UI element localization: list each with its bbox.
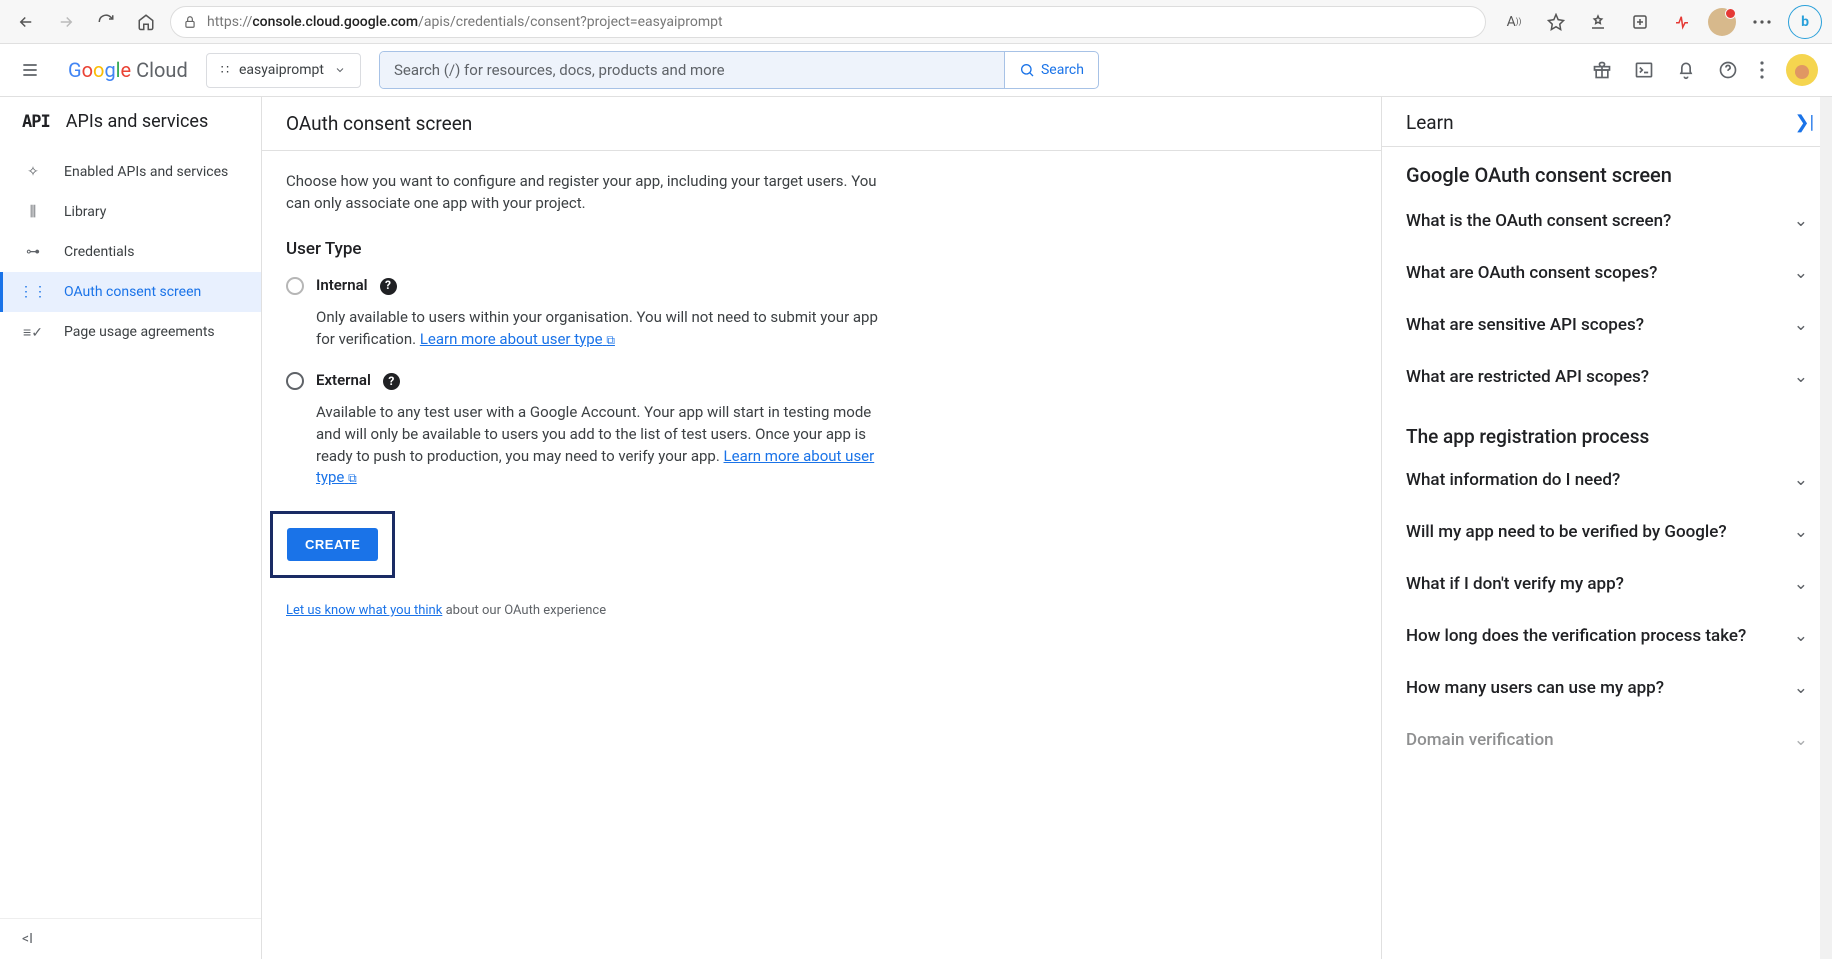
grid-icon: ✧: [24, 164, 42, 180]
radio-external[interactable]: [286, 372, 304, 390]
kebab-icon[interactable]: [1760, 61, 1764, 79]
refresh-icon[interactable]: [90, 6, 122, 38]
learn-item[interactable]: Domain verification⌄: [1406, 714, 1808, 766]
external-link-icon: ⧉: [606, 333, 615, 347]
chevron-down-icon: ⌄: [1794, 470, 1808, 490]
sidenav-item-oauth-consent[interactable]: ⋮⋮OAuth consent screen: [0, 272, 261, 312]
scrollbar[interactable]: [1820, 97, 1832, 959]
nav-menu-icon[interactable]: [10, 60, 50, 80]
consent-icon: ⋮⋮: [24, 284, 42, 300]
project-icon: ∷: [221, 63, 229, 78]
sidenav-item-library[interactable]: ⫼Library: [0, 192, 261, 232]
learn-item[interactable]: What information do I need?⌄: [1406, 454, 1808, 506]
favorite-icon[interactable]: [1540, 6, 1572, 38]
sidenav-title: APIs and services: [66, 111, 209, 132]
sidenav-collapse[interactable]: <I: [0, 918, 261, 959]
sidenav-item-credentials[interactable]: ⊶Credentials: [0, 232, 261, 272]
intro-text: Choose how you want to configure and reg…: [286, 171, 878, 215]
forward-icon: [50, 6, 82, 38]
chevron-down-icon: ⌄: [1794, 522, 1808, 542]
search-input[interactable]: Search (/) for resources, docs, products…: [380, 52, 1004, 88]
learn-item[interactable]: How many users can use my app?⌄: [1406, 662, 1808, 714]
learn-item[interactable]: What are sensitive API scopes?⌄: [1406, 299, 1808, 351]
learn-item[interactable]: What are restricted API scopes?⌄: [1406, 351, 1808, 403]
lock-icon: [183, 15, 197, 29]
chevron-down-icon: ⌄: [1794, 211, 1808, 231]
create-button[interactable]: CREATE: [287, 528, 378, 561]
project-name: easyaiprompt: [239, 62, 324, 78]
api-logo: API: [22, 112, 50, 132]
library-icon: ⫼: [24, 204, 42, 220]
sidenav-item-page-usage[interactable]: ≡✓Page usage agreements: [0, 312, 261, 352]
learn-item[interactable]: Will my app need to be verified by Googl…: [1406, 506, 1808, 558]
learn-title: Learn: [1406, 111, 1454, 134]
home-icon[interactable]: [130, 6, 162, 38]
search-bar[interactable]: Search (/) for resources, docs, products…: [379, 51, 1099, 89]
feedback-line: Let us know what you think about our OAu…: [286, 602, 878, 621]
internal-label: Internal: [316, 275, 368, 297]
cloud-shell-icon[interactable]: [1634, 60, 1654, 80]
feedback-link[interactable]: Let us know what you think: [286, 603, 442, 618]
chevron-down-icon: ⌄: [1794, 678, 1808, 698]
learn-item[interactable]: What are OAuth consent scopes?⌄: [1406, 247, 1808, 299]
google-cloud-logo[interactable]: Google Cloud: [68, 58, 188, 82]
back-icon[interactable]: [10, 6, 42, 38]
external-link-icon: ⧉: [348, 471, 357, 485]
bing-icon[interactable]: b: [1788, 5, 1822, 39]
learn-section-1: Google OAuth consent screen: [1406, 163, 1808, 187]
address-bar[interactable]: https://console.cloud.google.com/apis/cr…: [170, 6, 1486, 38]
collections-icon[interactable]: [1624, 6, 1656, 38]
account-avatar[interactable]: [1786, 54, 1818, 86]
favorites-list-icon[interactable]: [1582, 6, 1614, 38]
chevron-down-icon: [334, 64, 346, 76]
chevron-down-icon: ⌄: [1794, 626, 1808, 646]
internal-learn-more-link[interactable]: Learn more about user type ⧉: [420, 330, 615, 348]
learn-item[interactable]: How long does the verification process t…: [1406, 610, 1808, 662]
chevron-down-icon: ⌄: [1794, 730, 1808, 750]
more-icon[interactable]: [1746, 6, 1778, 38]
page-title: OAuth consent screen: [262, 97, 1381, 151]
collapse-panel-icon[interactable]: ❯|: [1795, 112, 1814, 133]
external-desc: Available to any test user with a Google…: [316, 402, 878, 489]
learn-section-2: The app registration process: [1406, 425, 1808, 448]
key-icon: ⊶: [24, 244, 42, 260]
notifications-icon[interactable]: [1676, 60, 1696, 80]
learn-item[interactable]: What if I don't verify my app?⌄: [1406, 558, 1808, 610]
external-label: External: [316, 370, 371, 392]
chevron-down-icon: ⌄: [1794, 367, 1808, 387]
read-aloud-icon[interactable]: A)): [1498, 6, 1530, 38]
chevron-down-icon: ⌄: [1794, 263, 1808, 283]
profile-avatar[interactable]: [1708, 8, 1736, 36]
search-icon: [1019, 62, 1035, 78]
create-highlight: CREATE: [270, 511, 395, 578]
learn-item[interactable]: What is the OAuth consent screen?⌄: [1406, 195, 1808, 247]
internal-desc: Only available to users within your orga…: [316, 307, 878, 351]
performance-icon[interactable]: [1666, 6, 1698, 38]
gift-icon[interactable]: [1592, 60, 1612, 80]
help-icon[interactable]: ?: [380, 278, 397, 295]
project-selector[interactable]: ∷ easyaiprompt: [206, 53, 361, 88]
chevron-down-icon: ⌄: [1794, 574, 1808, 594]
chevron-down-icon: ⌄: [1794, 315, 1808, 335]
search-button[interactable]: Search: [1004, 52, 1098, 88]
sidenav-item-enabled-apis[interactable]: ✧Enabled APIs and services: [0, 152, 261, 192]
radio-internal: [286, 277, 304, 295]
agreement-icon: ≡✓: [24, 324, 42, 341]
help-icon[interactable]: ?: [383, 373, 400, 390]
url-text: https://console.cloud.google.com/apis/cr…: [207, 14, 723, 30]
user-type-heading: User Type: [286, 237, 878, 262]
help-icon[interactable]: [1718, 60, 1738, 80]
